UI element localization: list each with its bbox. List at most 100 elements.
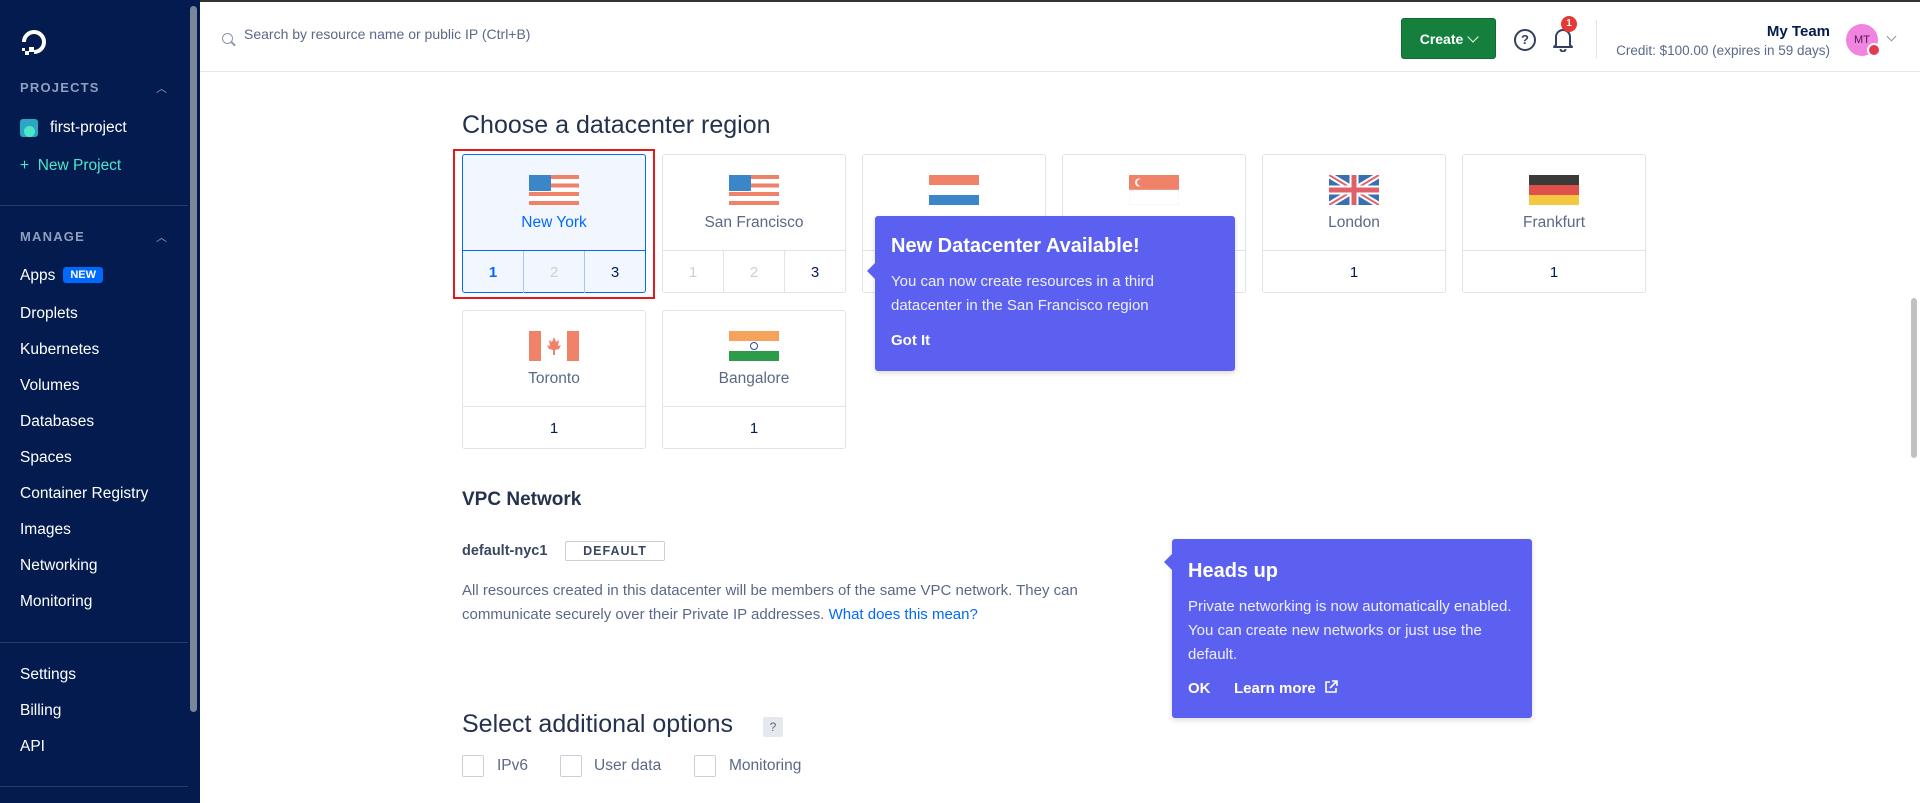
sidebar-item-spaces[interactable]: Spaces <box>20 449 72 467</box>
tooltip-title: New Datacenter Available! <box>891 235 1140 257</box>
sidebar-item-billing[interactable]: Billing <box>20 702 61 720</box>
projects-collapse-icon[interactable]: ︿ <box>156 80 167 96</box>
additional-options-heading: Select additional options <box>462 710 734 738</box>
new-project-label: New Project <box>37 157 122 174</box>
search-icon <box>222 33 233 44</box>
sidebar-divider <box>0 642 188 643</box>
datacenter-number-selector: 1 <box>1263 250 1445 293</box>
region-city-label: Frankfurt <box>1522 214 1585 231</box>
canada-flag-icon <box>529 331 579 361</box>
sidebar-item-droplets[interactable]: Droplets <box>20 305 78 323</box>
netherlands-flag-icon <box>929 175 979 205</box>
tooltip-body: Private networking is now automatically … <box>1188 598 1512 663</box>
chevron-down-icon <box>1467 30 1479 43</box>
team-credit: Credit: $100.00 (expires in 59 days) <box>1616 43 1830 58</box>
heads-up-tooltip: Heads up Private networking is now autom… <box>1164 539 1532 718</box>
us-flag-icon <box>729 175 779 205</box>
projects-heading: PROJECTS <box>20 80 100 95</box>
new-badge: NEW <box>63 267 104 283</box>
sidebar: PROJECTS ︿ first-project + New Project M… <box>0 0 200 803</box>
new-project-link[interactable]: + New Project <box>20 157 121 175</box>
main-scrollbar[interactable] <box>1911 298 1917 458</box>
sidebar-item-images[interactable]: Images <box>20 521 71 539</box>
vpc-name: default-nyc1 <box>462 543 548 559</box>
region-city-label: Toronto <box>528 370 580 387</box>
learn-more-label: Learn more <box>1234 680 1316 697</box>
tooltip-body: You can now create resources in a third … <box>891 273 1154 314</box>
region-city-label: San Francisco <box>704 214 804 231</box>
sidebar-item-databases[interactable]: Databases <box>20 413 94 431</box>
top-bar: Create ? 1 My Team Credit: $100.00 (expi… <box>200 0 1920 72</box>
region-city-label: London <box>1328 214 1380 231</box>
sidebar-item-container-registry[interactable]: Container Registry <box>20 485 148 503</box>
sidebar-item-label: Apps <box>20 267 56 284</box>
ipv6-checkbox[interactable] <box>462 755 484 777</box>
chevron-down-icon[interactable] <box>1886 31 1897 42</box>
sidebar-item-api[interactable]: API <box>20 738 45 756</box>
create-label: Create <box>1419 30 1464 47</box>
vpc-help-link[interactable]: What does this mean? <box>829 606 978 623</box>
india-flag-icon <box>729 331 779 361</box>
sidebar-item-first-project[interactable]: first-project <box>50 119 127 137</box>
singapore-flag-icon <box>1129 175 1179 205</box>
vpc-heading: VPC Network <box>462 489 582 510</box>
datacenter-number-selector: 1 2 3 <box>663 250 845 293</box>
datacenter-option-1[interactable]: 1 <box>1463 251 1645 293</box>
team-name[interactable]: My Team <box>1767 23 1830 40</box>
manage-heading: MANAGE <box>20 229 85 244</box>
datacenter-option-1[interactable]: 1 <box>1263 251 1445 293</box>
topbar-divider <box>1596 20 1597 58</box>
datacenter-option-1[interactable]: 1 <box>663 407 845 449</box>
datacenter-option-2: 2 <box>724 251 785 293</box>
vpc-description-text: All resources created in this datacenter… <box>462 582 1078 623</box>
help-icon[interactable]: ? <box>1514 29 1536 51</box>
monitoring-checkbox[interactable] <box>694 755 716 777</box>
learn-more-link[interactable]: Learn more <box>1234 680 1338 697</box>
user-data-checkbox[interactable] <box>560 755 582 777</box>
project-icon <box>20 119 38 137</box>
vpc-description: All resources created in this datacenter… <box>462 579 1152 627</box>
monitoring-label[interactable]: Monitoring <box>729 757 801 775</box>
manage-collapse-icon[interactable]: ︿ <box>156 229 167 245</box>
new-datacenter-tooltip: New Datacenter Available! You can now cr… <box>867 216 1235 371</box>
region-city-label: Bangalore <box>718 370 790 387</box>
sidebar-item-volumes[interactable]: Volumes <box>20 377 79 395</box>
plus-icon: + <box>20 157 30 174</box>
region-card-san-francisco[interactable]: San Francisco 1 2 3 <box>662 154 846 293</box>
ipv6-label[interactable]: IPv6 <box>497 757 528 775</box>
selection-highlight <box>453 149 655 299</box>
datacenter-option-3[interactable]: 3 <box>785 251 845 293</box>
germany-flag-icon <box>1529 175 1579 205</box>
region-heading: Choose a datacenter region <box>462 111 771 139</box>
sidebar-item-apps[interactable]: Apps NEW <box>20 267 104 285</box>
external-link-icon <box>1325 680 1338 693</box>
sidebar-item-kubernetes[interactable]: Kubernetes <box>20 341 99 359</box>
datacenter-number-selector: 1 <box>1463 250 1645 293</box>
datacenter-option-1: 1 <box>663 251 724 293</box>
region-card-london[interactable]: London 1 <box>1262 154 1446 293</box>
ok-button[interactable]: OK <box>1188 680 1211 697</box>
create-button[interactable]: Create <box>1401 18 1496 59</box>
sidebar-item-networking[interactable]: Networking <box>20 557 98 575</box>
got-it-button[interactable]: Got It <box>891 332 930 349</box>
uk-flag-icon <box>1329 175 1379 205</box>
region-card-toronto[interactable]: Toronto 1 <box>462 310 646 449</box>
sidebar-scrollbar[interactable] <box>190 6 197 712</box>
avatar-status-icon <box>1867 43 1881 57</box>
sidebar-item-settings[interactable]: Settings <box>20 666 76 684</box>
help-icon[interactable]: ? <box>763 717 783 737</box>
sidebar-divider <box>0 205 188 206</box>
region-card-frankfurt[interactable]: Frankfurt 1 <box>1462 154 1646 293</box>
datacenter-number-selector: 1 <box>663 406 845 449</box>
digitalocean-logo-icon[interactable] <box>20 28 48 56</box>
sidebar-divider <box>0 786 188 787</box>
user-data-label[interactable]: User data <box>594 757 661 775</box>
datacenter-number-selector: 1 <box>463 406 645 449</box>
datacenter-option-1[interactable]: 1 <box>463 407 645 449</box>
tooltip-title: Heads up <box>1188 560 1279 582</box>
vpc-default-badge: DEFAULT <box>565 541 665 561</box>
search-input[interactable] <box>244 26 744 42</box>
region-card-bangalore[interactable]: Bangalore 1 <box>662 310 846 449</box>
sidebar-item-monitoring[interactable]: Monitoring <box>20 593 92 611</box>
notification-count-badge: 1 <box>1561 16 1577 32</box>
